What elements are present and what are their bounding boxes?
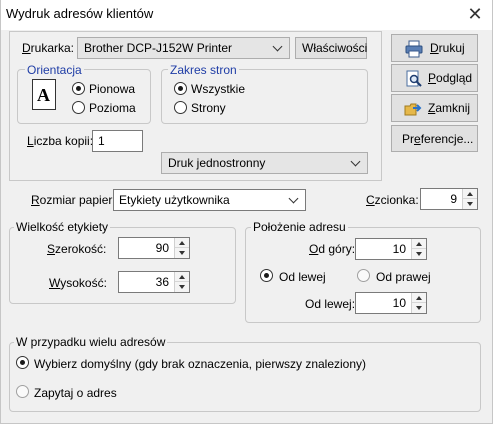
address-from-right-radio[interactable] <box>357 269 370 282</box>
page-range-legend: Zakres stron <box>168 63 239 77</box>
duplex-select-value: Druk jednostronny <box>168 156 266 170</box>
spin-down-icon[interactable] <box>175 282 189 292</box>
address-position-legend: Położenie adresu <box>251 220 348 234</box>
printer-properties-button[interactable]: Właściwości <box>295 37 367 59</box>
duplex-select[interactable]: Druk jednostronny <box>161 152 368 174</box>
font-size-spinner[interactable]: 9 <box>420 188 478 210</box>
address-left-label: Od lewej: <box>305 297 356 311</box>
spin-down-icon[interactable] <box>463 199 477 209</box>
page-range-group <box>161 69 368 124</box>
paper-size-label: Rozmiar papieru: <box>31 193 123 207</box>
font-size-label: Czcionka: <box>366 193 419 207</box>
chevron-down-icon <box>289 195 299 205</box>
spin-up-icon[interactable] <box>175 238 189 248</box>
address-from-right-label[interactable]: Od prawej <box>376 270 431 284</box>
spin-up-icon[interactable] <box>463 189 477 199</box>
copies-input[interactable]: 1 <box>92 130 143 152</box>
choose-default-radio[interactable] <box>16 356 29 369</box>
chevron-down-icon <box>351 158 361 168</box>
paper-size-select-value: Etykiety użytkownika <box>119 193 230 207</box>
folder-exit-icon <box>404 103 422 116</box>
address-top-label: Od góry: <box>309 242 356 256</box>
spin-down-icon[interactable] <box>412 249 426 259</box>
chevron-down-icon <box>273 43 283 53</box>
ask-address-label[interactable]: Zapytaj o adres <box>34 386 117 400</box>
label-height-spinner[interactable]: 36 <box>118 271 190 293</box>
address-from-left-label[interactable]: Od lewej <box>279 270 326 284</box>
spin-down-icon[interactable] <box>175 248 189 258</box>
multiple-addresses-group <box>9 342 481 412</box>
multiple-addresses-legend: W przypadku wielu adresów <box>14 335 168 349</box>
choose-default-label[interactable]: Wybierz domyślny (gdy brak oznaczenia, p… <box>34 357 366 371</box>
printer-label: Drukarka: <box>22 41 75 55</box>
printer-select-value: Brother DCP-J152W Printer <box>84 41 233 55</box>
title-bar: Wydruk adresów klientów ✕ <box>0 0 493 30</box>
orientation-portrait-label[interactable]: Pionowa <box>89 82 135 96</box>
orientation-landscape-label[interactable]: Pozioma <box>89 101 136 115</box>
orientation-legend: Orientacja <box>25 63 84 77</box>
magnifier-page-icon <box>406 70 422 87</box>
close-icon[interactable]: ✕ <box>462 2 488 26</box>
preview-button[interactable]: Podgląd <box>391 64 478 92</box>
window-title: Wydruk adresów klientów <box>6 6 154 21</box>
label-width-spinner[interactable]: 90 <box>118 237 190 259</box>
printer-select[interactable]: Brother DCP-J152W Printer <box>77 37 290 59</box>
spin-up-icon[interactable] <box>412 293 426 303</box>
printer-icon <box>405 40 423 58</box>
copies-label: Liczba kopii: <box>27 134 94 148</box>
spin-up-icon[interactable] <box>412 239 426 249</box>
label-width-label: Szerokość: <box>47 242 107 256</box>
orientation-portrait-radio[interactable] <box>72 82 85 95</box>
close-button[interactable]: Zamknij <box>391 94 478 122</box>
ask-address-radio[interactable] <box>16 385 29 398</box>
page-range-pages-label[interactable]: Strony <box>191 101 226 115</box>
paper-size-select[interactable]: Etykiety użytkownika <box>113 189 306 211</box>
spin-up-icon[interactable] <box>175 272 189 282</box>
spin-down-icon[interactable] <box>412 303 426 313</box>
orientation-landscape-radio[interactable] <box>72 101 85 114</box>
label-size-legend: Wielkość etykiety <box>14 220 111 234</box>
page-range-all-label[interactable]: Wszystkie <box>191 82 245 96</box>
page-range-all-radio[interactable] <box>174 82 187 95</box>
portrait-page-icon: A <box>32 79 56 110</box>
address-from-left-radio[interactable] <box>260 269 273 282</box>
address-left-spinner[interactable]: 10 <box>355 292 427 314</box>
address-top-spinner[interactable]: 10 <box>355 238 427 260</box>
preferences-button[interactable]: Preferencje... <box>391 125 478 152</box>
page-range-pages-radio[interactable] <box>174 101 187 114</box>
label-height-label: Wysokość: <box>49 276 107 290</box>
print-button[interactable]: Drukuj <box>391 34 478 62</box>
